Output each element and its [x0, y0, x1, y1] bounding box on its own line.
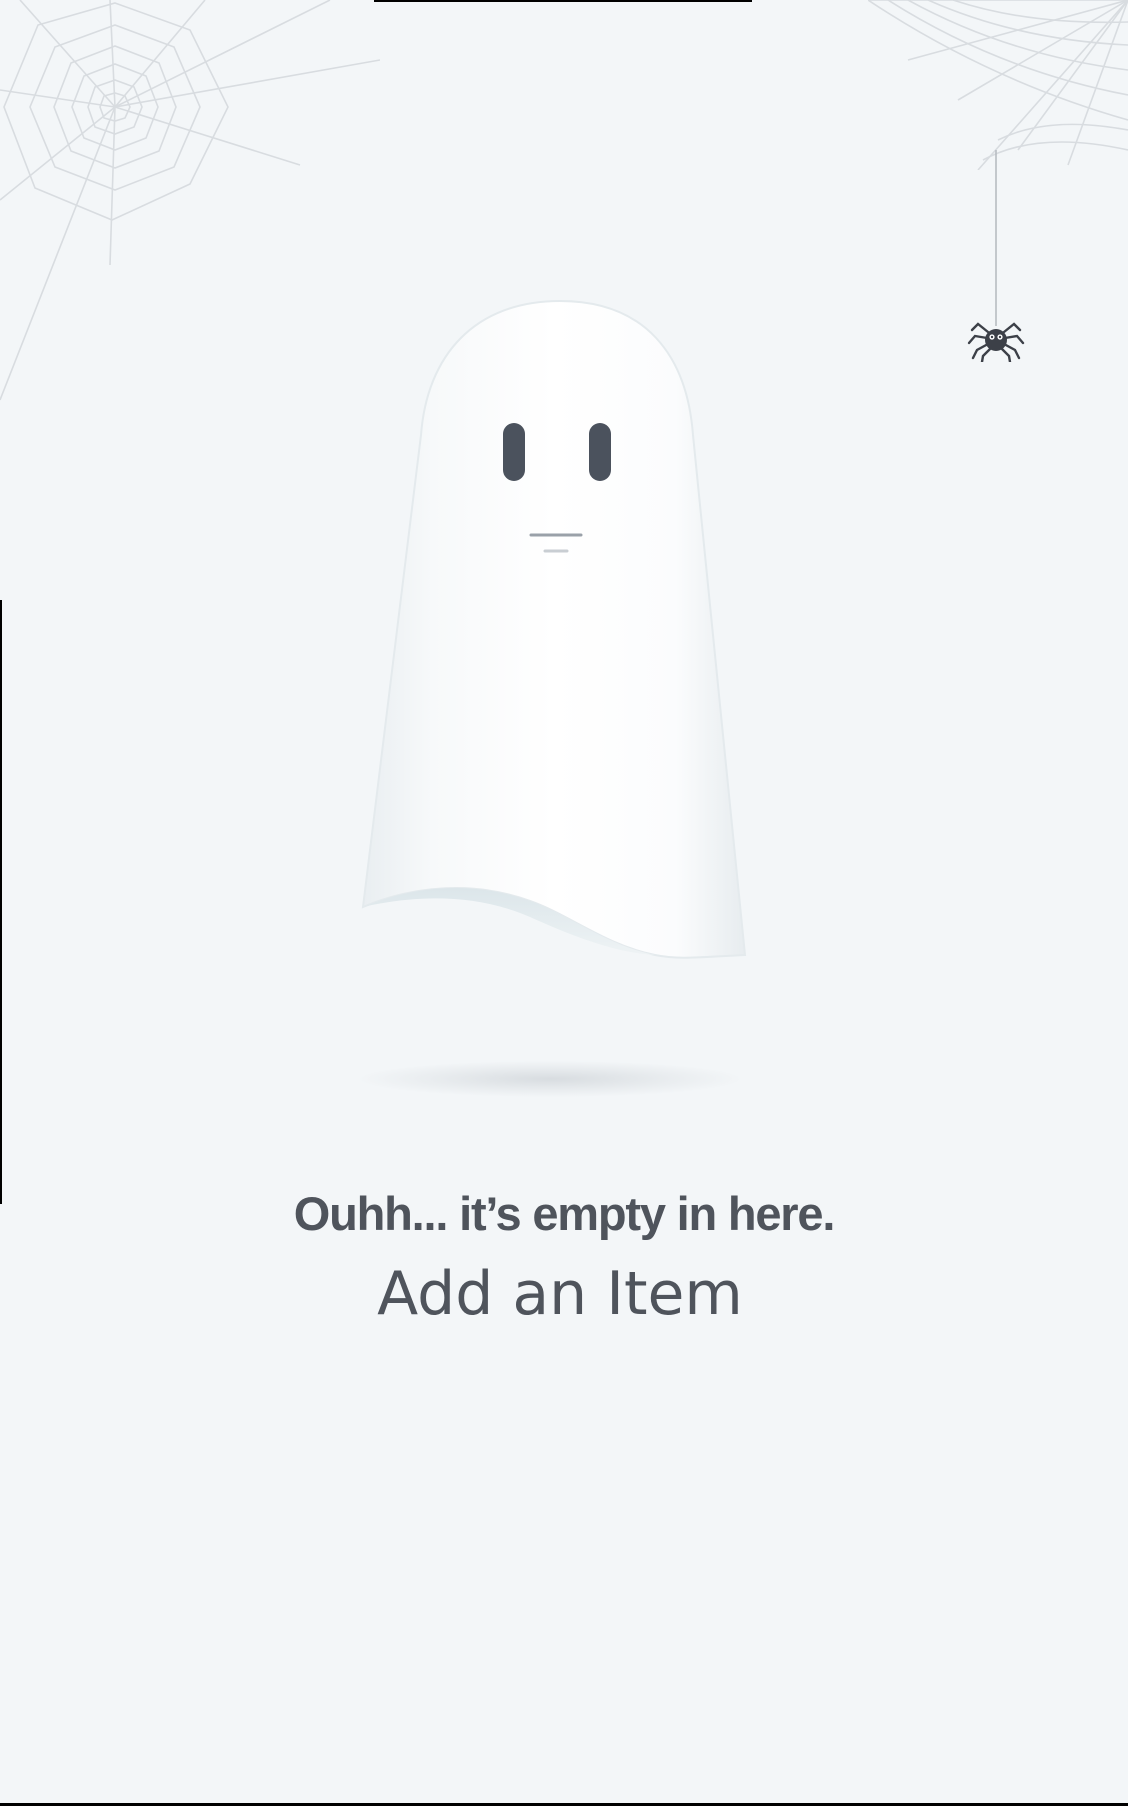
cobweb-right-icon: [868, 0, 1128, 170]
ghost-right-eye: [589, 423, 611, 481]
cobweb-left-icon: [0, 0, 380, 401]
top-border: [374, 0, 752, 2]
left-border: [0, 600, 2, 1204]
spider-icon: [967, 150, 1025, 362]
empty-state-screen: Ouhh... it’s empty in here. Add an Item: [0, 0, 1128, 1806]
empty-state-message: Ouhh... it’s empty in here.: [293, 1187, 836, 1240]
ghost-left-eye: [503, 423, 525, 481]
ghost-illustration: [361, 299, 747, 959]
add-item-button[interactable]: Add an Item: [360, 1255, 760, 1333]
ghost-shadow: [360, 1061, 740, 1097]
